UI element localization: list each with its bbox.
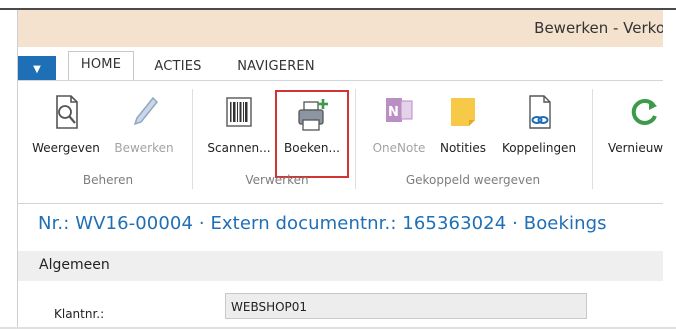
- ribbon: Weergeven Bewerken Scannen... Boeken... …: [18, 80, 663, 204]
- button-label: Vernieuw: [608, 141, 663, 155]
- pencil-icon: [133, 96, 159, 126]
- koppelingen-button[interactable]: Koppelingen: [493, 86, 585, 160]
- title-bar: Bewerken - Verko: [18, 10, 663, 47]
- vernieuwen-button[interactable]: Vernieuw: [604, 86, 663, 160]
- refresh-icon: [631, 98, 657, 125]
- page-title: Nr.: WV16-00004 · Extern documentnr.: 16…: [38, 213, 607, 234]
- button-label: Weergeven: [32, 141, 100, 155]
- boeken-button[interactable]: Boeken...: [275, 90, 349, 178]
- button-label: Scannen...: [207, 141, 271, 155]
- group-label-verwerken: Verwerken: [245, 173, 309, 187]
- tab-label: NAVIGEREN: [237, 59, 315, 74]
- button-label: Notities: [439, 141, 487, 155]
- group-label-beheren: Beheren: [82, 173, 134, 187]
- onenote-icon: N: [386, 98, 413, 122]
- window-title: Bewerken - Verko: [534, 19, 663, 37]
- note-icon: [451, 98, 475, 126]
- weergeven-button[interactable]: Weergeven: [28, 86, 104, 160]
- tab-acties[interactable]: ACTIES: [143, 54, 213, 80]
- tab-navigeren[interactable]: NAVIGEREN: [226, 54, 326, 80]
- button-label: Koppelingen: [501, 141, 577, 155]
- tab-label: HOME: [80, 57, 122, 72]
- group-separator: [192, 89, 193, 189]
- button-label: OneNote: [372, 141, 426, 155]
- tab-home[interactable]: HOME: [68, 51, 134, 81]
- tab-label: ACTIES: [154, 59, 202, 74]
- onenote-button[interactable]: N OneNote: [363, 86, 435, 160]
- section-header-algemeen[interactable]: Algemeen: [18, 251, 663, 281]
- klantnr-field[interactable]: WEBSHOP01: [225, 293, 587, 319]
- group-label-gekoppeld-weergeven: Gekoppeld weergeven: [405, 173, 541, 187]
- barcode-icon: [226, 97, 252, 127]
- application-menu-button[interactable]: ▼: [18, 56, 56, 83]
- section-title: Algemeen: [39, 257, 110, 273]
- magnifier-document-icon: [56, 95, 78, 129]
- post-printer-icon: [298, 99, 328, 131]
- klantnr-label: Klantnr.:: [54, 307, 105, 321]
- notities-button[interactable]: Notities: [433, 86, 493, 160]
- svg-text:N: N: [388, 105, 399, 120]
- group-separator: [355, 89, 356, 189]
- application-window: Bewerken - Verko ▼ HOME ACTIES NAVIGEREN…: [17, 10, 663, 329]
- bewerken-button[interactable]: Bewerken: [106, 86, 182, 160]
- group-separator: [592, 89, 593, 189]
- triangle-down-icon: ▼: [33, 64, 41, 75]
- links-icon: [529, 95, 551, 129]
- scannen-button[interactable]: Scannen...: [204, 86, 274, 160]
- button-label: Bewerken: [114, 141, 174, 155]
- button-label: Boeken...: [284, 141, 340, 155]
